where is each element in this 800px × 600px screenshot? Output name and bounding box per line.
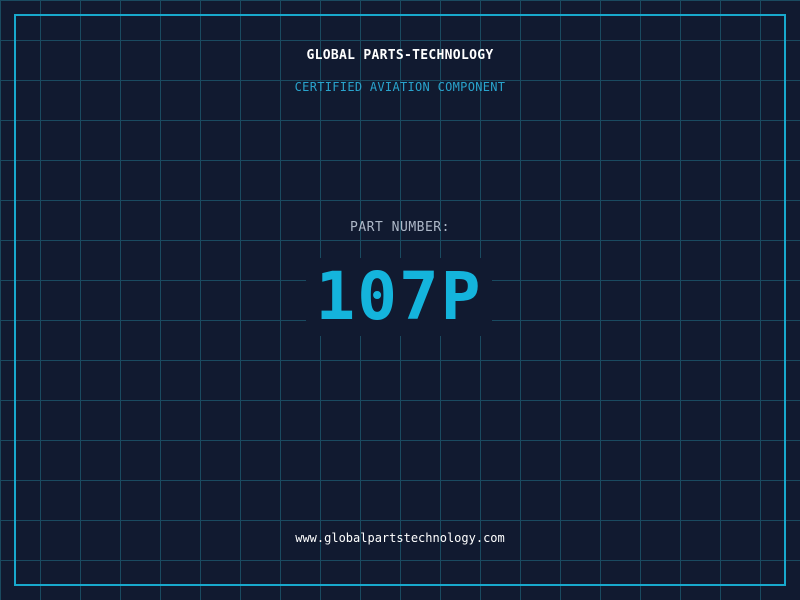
brand-title: GLOBAL PARTS-TECHNOLOGY — [306, 48, 494, 63]
part-number-value: 107P — [315, 258, 483, 335]
brand-subtitle: CERTIFIED AVIATION COMPONENT — [294, 80, 506, 94]
part-number-label: PART NUMBER: — [350, 220, 450, 235]
website-url: www.globalpartstechnology.com — [295, 531, 505, 545]
part-number-panel: 107P — [306, 258, 492, 336]
